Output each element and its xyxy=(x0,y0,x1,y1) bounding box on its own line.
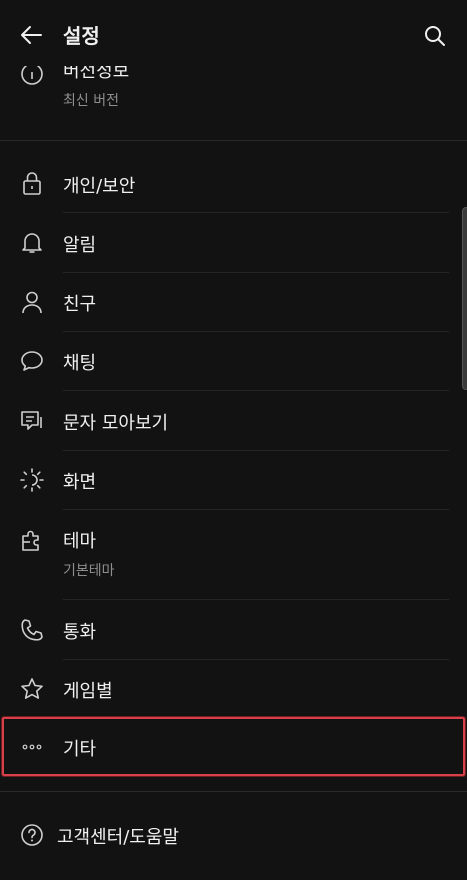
menu-item-label: 친구 xyxy=(63,294,97,315)
settings-screen: 설정 버전정보 최신 버전 개인/보안 알림 친구 채팅 문자 모아보기 화면 … xyxy=(0,0,467,880)
message-list-icon xyxy=(19,408,45,434)
menu-item-help[interactable]: 고객센터/도움말 xyxy=(0,805,467,865)
menu-item-sms[interactable]: 문자 모아보기 xyxy=(0,391,467,450)
lock-icon xyxy=(19,170,45,196)
menu-item-label: 고객센터/도움말 xyxy=(57,827,179,848)
info-icon xyxy=(20,66,44,86)
menu-item-call[interactable]: 통화 xyxy=(0,600,467,659)
menu-item-subtitle: 기본테마 xyxy=(63,563,115,579)
menu-item-privacy[interactable]: 개인/보안 xyxy=(0,154,467,212)
menu-item-label: 채팅 xyxy=(63,353,97,374)
menu-item-label: 게임별 xyxy=(63,681,113,702)
menu-item-label: 화면 xyxy=(63,472,97,493)
menu-item-chat[interactable]: 채팅 xyxy=(0,332,467,390)
menu-item-label: 개인/보안 xyxy=(63,176,136,197)
search-icon[interactable] xyxy=(422,23,448,49)
bell-icon xyxy=(19,229,45,255)
puzzle-icon xyxy=(19,527,45,553)
menu-item-label: 문자 모아보기 xyxy=(63,413,169,434)
star-icon xyxy=(19,676,45,702)
page-title: 설정 xyxy=(63,24,100,48)
menu-item-theme[interactable]: 테마 기본테마 xyxy=(0,510,467,599)
app-header: 설정 xyxy=(0,0,467,66)
help-circle-icon xyxy=(19,822,45,848)
menu-item-label: 테마 xyxy=(63,531,97,552)
brightness-icon xyxy=(19,467,45,493)
phone-icon xyxy=(19,617,45,643)
menu-item-display[interactable]: 화면 xyxy=(0,451,467,509)
scrollbar[interactable] xyxy=(462,207,467,390)
chat-bubble-icon xyxy=(19,348,45,374)
menu-item-notification[interactable]: 알림 xyxy=(0,213,467,272)
version-title: 버전정보 xyxy=(63,66,130,82)
section-divider xyxy=(0,140,467,141)
menu-item-friends[interactable]: 친구 xyxy=(0,273,467,331)
menu-item-label: 알림 xyxy=(63,235,97,256)
version-info-row[interactable]: 버전정보 최신 버전 xyxy=(0,66,467,140)
menu-item-game[interactable]: 게임별 xyxy=(0,660,467,717)
version-subtitle: 최신 버전 xyxy=(63,93,119,109)
selection-highlight xyxy=(1,716,466,777)
menu-item-label: 통화 xyxy=(63,622,97,643)
person-icon xyxy=(19,289,45,315)
section-divider xyxy=(0,791,467,792)
arrow-left-icon[interactable] xyxy=(18,21,46,49)
